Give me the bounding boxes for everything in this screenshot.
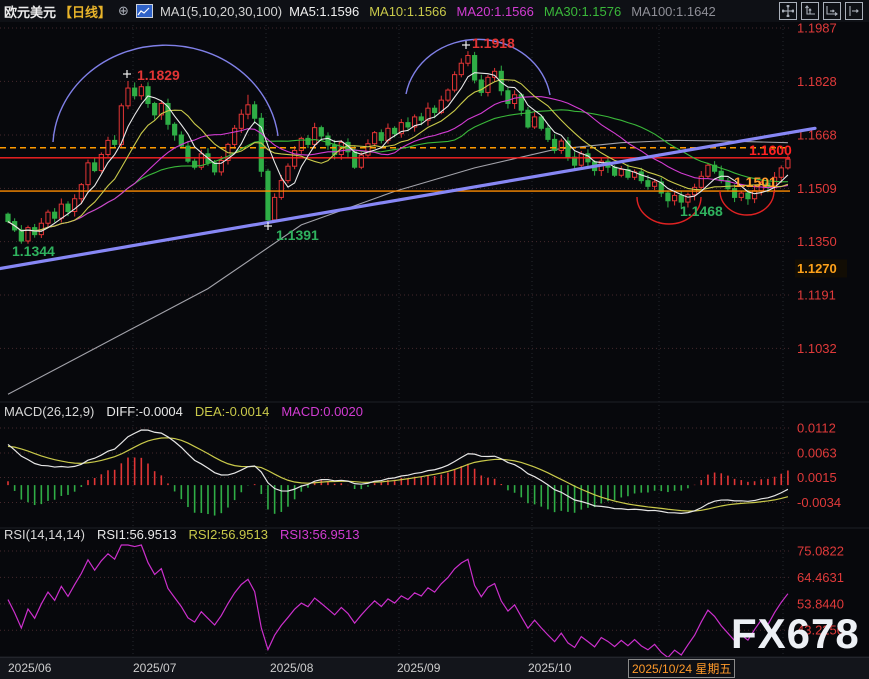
macd-readouts: DIFF:-0.0004 DEA:-0.0014 MACD:0.0020 [106, 404, 363, 419]
price-annotation: 1.1501 [734, 174, 777, 190]
month-label: 2025/08 [270, 661, 313, 675]
highlight-price-label: 1.1270 [797, 261, 837, 276]
trading-app-window: 欧元美元 【日线】 ⊕ MA1(5,10,20,30,100) MA5:1.15… [0, 0, 869, 679]
rsi-axis-label: 64.4631 [797, 570, 844, 585]
zoom-x-axis-icon[interactable] [823, 2, 841, 20]
price-axis-label: 1.1032 [797, 341, 837, 356]
ma-value: MA10:1.1566 [369, 4, 446, 19]
ma10-line [8, 80, 788, 231]
zoom-y-axis-icon[interactable] [801, 2, 819, 20]
ma100-line [8, 140, 788, 394]
macd-readout: MACD:0.0020 [281, 404, 363, 419]
chart-header-bar: 欧元美元 【日线】 ⊕ MA1(5,10,20,30,100) MA5:1.15… [0, 0, 869, 22]
reset-axis-icon[interactable] [845, 2, 863, 20]
ma-value: MA5:1.1596 [289, 4, 359, 19]
macd-axis-label: 0.0063 [797, 445, 837, 460]
watermark-logo: FX678 [731, 610, 860, 658]
macd-readout: DEA:-0.0014 [195, 404, 269, 419]
macd-axis-label: 0.0015 [797, 470, 837, 485]
ma-value: MA100:1.1642 [631, 4, 716, 19]
macd-pane-header: MACD(26,12,9) DIFF:-0.0004 DEA:-0.0014 MAC… [4, 404, 363, 419]
macd-dea-line [8, 438, 788, 511]
price-annotation: 1.1829 [137, 67, 180, 83]
rsi-readout: RSI2:56.9513 [188, 527, 268, 542]
rsi-title: RSI(14,14,14) [4, 527, 85, 542]
price-chart-canvas[interactable]: 1.19871.18281.16681.15091.13501.11911.10… [0, 0, 869, 679]
month-label: 2025/10 [528, 661, 571, 675]
trend-line [0, 128, 815, 268]
ma-value: MA20:1.1566 [457, 4, 534, 19]
price-axis-label: 1.1350 [797, 234, 837, 249]
rsi-line [8, 545, 788, 657]
month-label: 2025/07 [133, 661, 176, 675]
pan-icon[interactable] [779, 2, 797, 20]
price-annotation: 1.1918 [472, 35, 515, 51]
rsi-pane-header: RSI(14,14,14) RSI1:56.9513RSI2:56.9513RS… [4, 527, 359, 542]
month-label: 2025/06 [8, 661, 51, 675]
price-axis-label: 1.1191 [797, 288, 836, 303]
price-axis-label: 1.1987 [797, 21, 837, 36]
macd-title: MACD(26,12,9) [4, 404, 94, 419]
rsi-readout: RSI3:56.9513 [280, 527, 360, 542]
toolbar-icons [779, 2, 865, 20]
symbol-name: 欧元美元 [4, 2, 56, 21]
ma30-line [8, 110, 788, 231]
ma-value: MA30:1.1576 [544, 4, 621, 19]
current-date-label: 2025/10/24 星期五 [628, 659, 735, 678]
drawn-arc [53, 45, 278, 142]
macd-axis-label: 0.0112 [797, 420, 836, 435]
chart-type-icon[interactable] [136, 4, 153, 18]
macd-readout: DIFF:-0.0004 [106, 404, 183, 419]
macd-diff-line [8, 430, 788, 513]
price-annotation: 1.1600 [749, 142, 792, 158]
rsi-readout: RSI1:56.9513 [97, 527, 177, 542]
ma20-line [8, 97, 788, 231]
month-label: 2025/09 [397, 661, 440, 675]
ma-settings-label: MA1(5,10,20,30,100) [160, 4, 282, 19]
price-annotation: 1.1344 [12, 243, 55, 259]
price-axis-label: 1.1828 [797, 74, 837, 89]
price-axis-label: 1.1509 [797, 181, 837, 196]
settings-icon[interactable]: ⊕ [118, 3, 129, 19]
price-annotation: 1.1468 [680, 203, 723, 219]
time-axis[interactable]: 2025/10/24 星期五 2025/06 2025/07 2025/08 2025… [0, 657, 869, 679]
macd-axis-label: -0.0034 [797, 495, 841, 510]
ma-values-group: MA5:1.1596 MA10:1.1566 MA20:1.1566 MA30:1.1… [289, 4, 716, 19]
macd-histogram [8, 457, 788, 515]
rsi-axis-label: 75.0822 [797, 543, 844, 558]
rsi-readouts: RSI1:56.9513 RSI2:56.9513 RSI3:56.9513 [97, 527, 360, 542]
period-label: 【日线】 [59, 2, 111, 21]
price-annotation: 1.1391 [276, 227, 319, 243]
